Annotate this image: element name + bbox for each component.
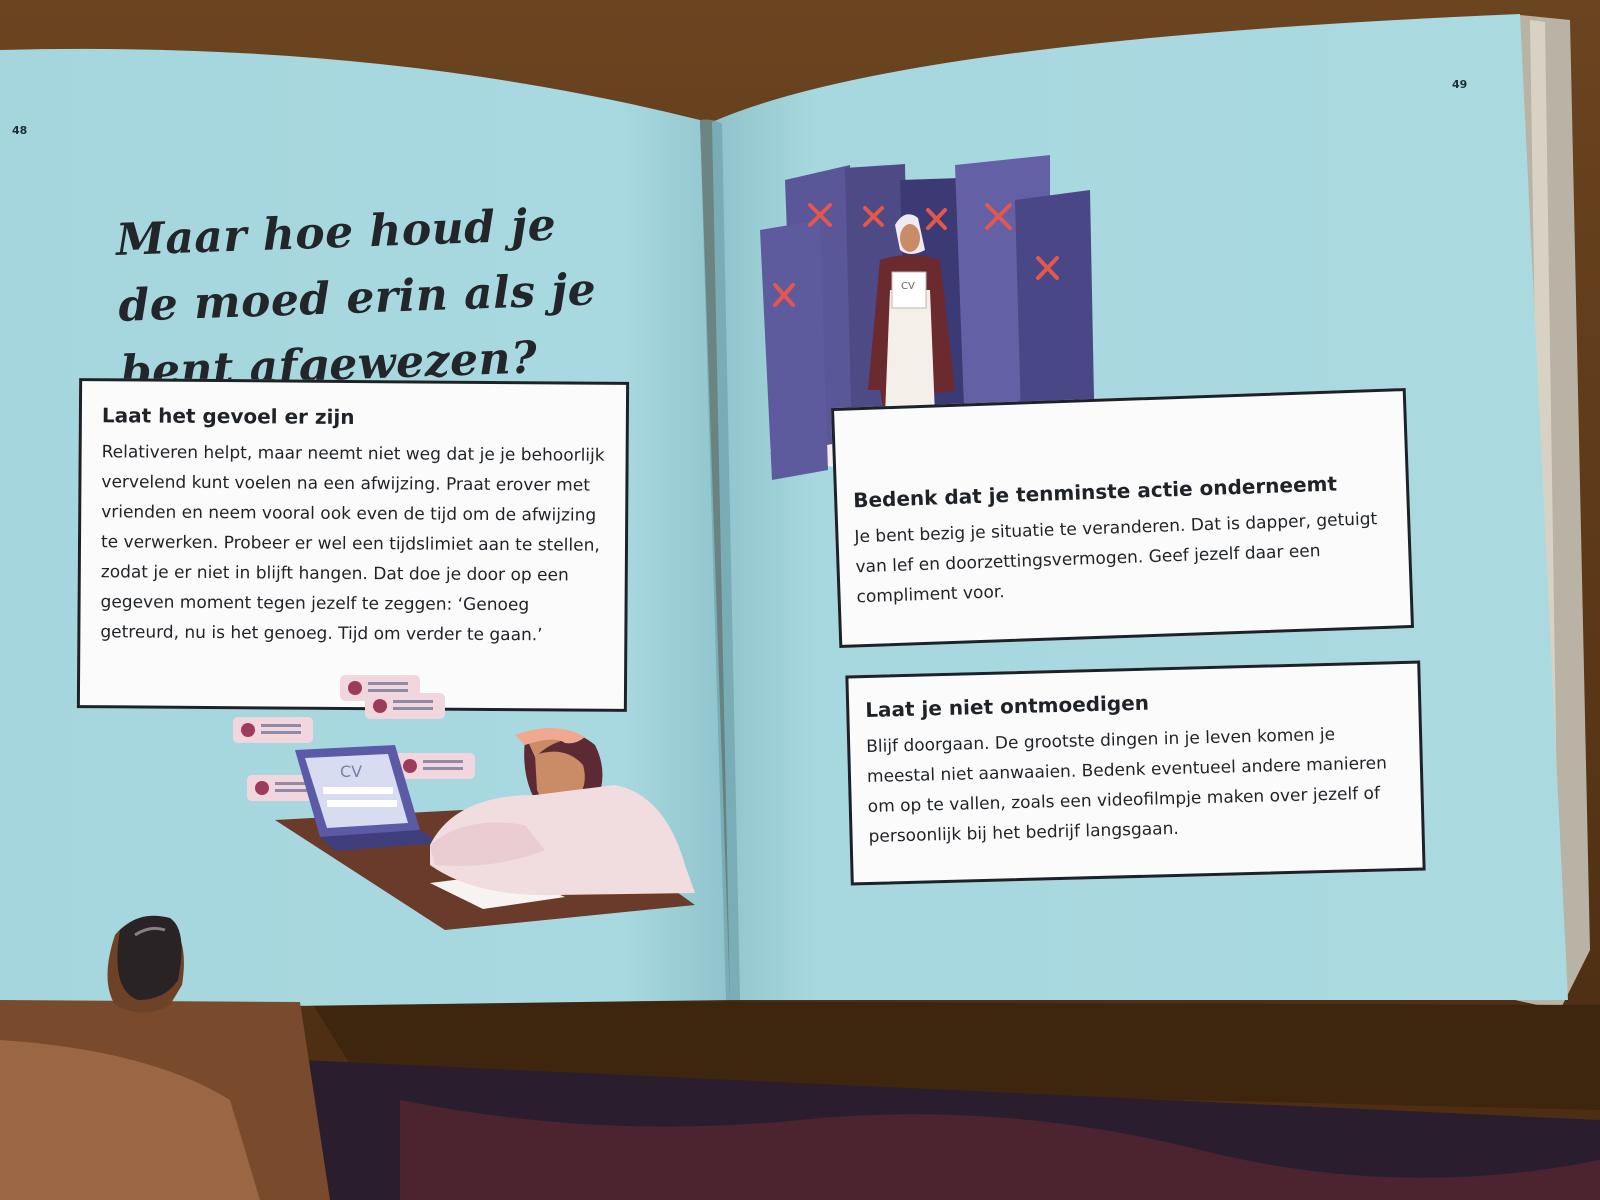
rejected-woman-illustration: CV <box>233 675 695 930</box>
card-feeling-title: Laat het gevoel er zijn <box>101 403 355 430</box>
page-number-right: 49 <box>1452 78 1468 91</box>
card-discouraged: Laat je niet ontmoedigen Blijf doorgaan.… <box>845 660 1426 886</box>
card-discouraged-title: Laat je niet ontmoedigen <box>864 690 1150 723</box>
card-feeling: Laat het gevoel er zijn Relativeren help… <box>76 378 630 712</box>
card-action-body: Je bent bezig je situatie te veranderen.… <box>854 509 1378 608</box>
card-discouraged-body: Blijf doorgaan. De grootste dingen in je… <box>865 724 1388 848</box>
laptop-cv-label: CV <box>340 762 362 781</box>
paper-cv-label: CV <box>901 281 915 292</box>
card-feeling-body: Relativeren helpt, maar neemt niet weg d… <box>100 442 605 646</box>
page-number-left: 48 <box>12 124 28 137</box>
page-headline: Maar hoe houd je de moed erin als je ben… <box>115 199 598 398</box>
scene: 48 49 Maar hoe houd je de moed erin als … <box>0 0 1600 1200</box>
card-action: Bedenk dat je tenminste actie onderneemt… <box>830 388 1415 648</box>
